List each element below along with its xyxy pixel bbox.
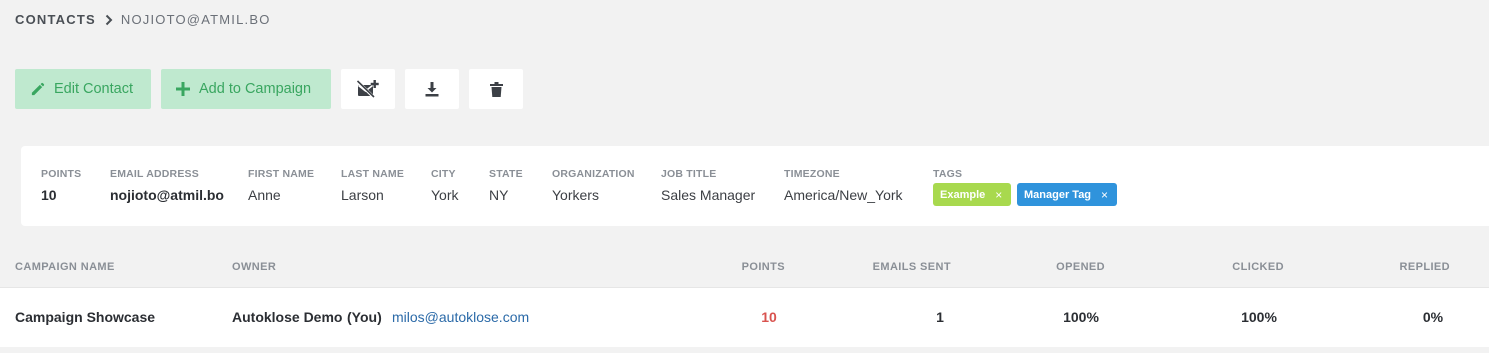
field-value: Anne bbox=[248, 187, 281, 203]
field-points: POINTS 10 bbox=[41, 168, 81, 203]
field-value: Yorkers bbox=[552, 187, 599, 203]
field-value: America/New_York bbox=[784, 187, 903, 203]
header-emails-sent: EMAILS SENT bbox=[872, 261, 951, 273]
field-organization: ORGANIZATION Yorkers bbox=[552, 168, 635, 203]
close-icon[interactable]: × bbox=[995, 188, 1002, 202]
owner-name: Autoklose Demo bbox=[232, 309, 343, 325]
add-to-campaign-label: Add to Campaign bbox=[199, 81, 312, 97]
campaign-replied: 0% bbox=[1422, 309, 1444, 325]
campaign-clicked: 100% bbox=[1241, 309, 1277, 325]
owner-email-link[interactable]: milos@autoklose.com bbox=[392, 309, 529, 325]
field-value: Larson bbox=[341, 187, 384, 203]
field-label: EMAIL ADDRESS bbox=[110, 168, 199, 180]
tag-manager: Manager Tag × bbox=[1017, 183, 1117, 206]
field-label: TIMEZONE bbox=[784, 168, 840, 180]
table-row[interactable]: Campaign Showcase Autoklose Demo (You) m… bbox=[0, 287, 1489, 347]
campaign-name-link[interactable]: Campaign Showcase bbox=[15, 309, 155, 325]
edit-contact-button[interactable]: Edit Contact bbox=[15, 69, 151, 109]
unsubscribe-button[interactable] bbox=[341, 69, 395, 109]
add-to-campaign-button[interactable]: Add to Campaign bbox=[161, 69, 331, 109]
field-label: FIRST NAME bbox=[248, 168, 315, 180]
breadcrumb-contacts-link[interactable]: CONTACTS bbox=[15, 12, 96, 27]
field-state: STATE NY bbox=[489, 168, 523, 203]
tag-label: Manager Tag bbox=[1024, 188, 1092, 201]
header-clicked: CLICKED bbox=[1232, 261, 1284, 273]
header-campaign-name: CAMPAIGN NAME bbox=[15, 261, 115, 273]
plus-icon bbox=[176, 82, 190, 96]
campaign-opened: 100% bbox=[1063, 309, 1099, 325]
field-email: EMAIL ADDRESS nojioto@atmil.bo bbox=[110, 168, 224, 203]
trash-icon bbox=[489, 81, 503, 97]
field-label: TAGS bbox=[933, 168, 963, 180]
field-value: Sales Manager bbox=[661, 187, 756, 203]
campaign-points: 10 bbox=[761, 309, 777, 325]
header-points: POINTS bbox=[741, 261, 785, 273]
breadcrumb: CONTACTS NOJIOTO@ATMIL.BO bbox=[15, 12, 271, 27]
field-value: NY bbox=[489, 187, 509, 203]
field-label: LAST NAME bbox=[341, 168, 405, 180]
owner-you-label: (You) bbox=[347, 309, 382, 325]
field-first-name: FIRST NAME Anne bbox=[248, 168, 314, 203]
field-label: CITY bbox=[431, 168, 456, 180]
field-value: 10 bbox=[41, 187, 57, 203]
field-label: STATE bbox=[489, 168, 523, 180]
download-button[interactable] bbox=[405, 69, 459, 109]
field-label: POINTS bbox=[41, 168, 82, 180]
contact-toolbar: Edit Contact Add to Campaign bbox=[15, 69, 523, 109]
field-last-name: LAST NAME Larson bbox=[341, 168, 404, 203]
header-opened: OPENED bbox=[1056, 261, 1105, 273]
download-icon bbox=[425, 81, 439, 96]
field-value: nojioto@atmil.bo bbox=[110, 187, 224, 203]
contact-info-card: POINTS 10 EMAIL ADDRESS nojioto@atmil.bo… bbox=[21, 146, 1489, 226]
field-label: JOB TITLE bbox=[661, 168, 717, 180]
header-replied: REPLIED bbox=[1399, 261, 1450, 273]
tag-example: Example × bbox=[933, 183, 1011, 206]
field-timezone: TIMEZONE America/New_York bbox=[784, 168, 903, 203]
header-owner: OWNER bbox=[232, 261, 277, 273]
unsubscribe-icon bbox=[357, 80, 379, 98]
close-icon[interactable]: × bbox=[1101, 188, 1108, 202]
field-tags: TAGS Example × Manager Tag × bbox=[933, 168, 1117, 206]
field-label: ORGANIZATION bbox=[552, 168, 635, 180]
delete-button[interactable] bbox=[469, 69, 523, 109]
campaign-emails-sent: 1 bbox=[936, 309, 944, 325]
breadcrumb-current: NOJIOTO@ATMIL.BO bbox=[120, 12, 271, 27]
field-city: CITY York bbox=[431, 168, 459, 203]
field-job-title: JOB TITLE Sales Manager bbox=[661, 168, 755, 203]
edit-contact-label: Edit Contact bbox=[54, 81, 133, 97]
chevron-right-icon bbox=[105, 14, 113, 26]
tag-label: Example bbox=[940, 188, 986, 201]
tag-list: Example × Manager Tag × bbox=[933, 183, 1117, 206]
field-value: York bbox=[431, 187, 459, 203]
campaign-table-header: CAMPAIGN NAME OWNER POINTS EMAILS SENT O… bbox=[0, 259, 1489, 287]
pencil-icon bbox=[31, 82, 45, 95]
